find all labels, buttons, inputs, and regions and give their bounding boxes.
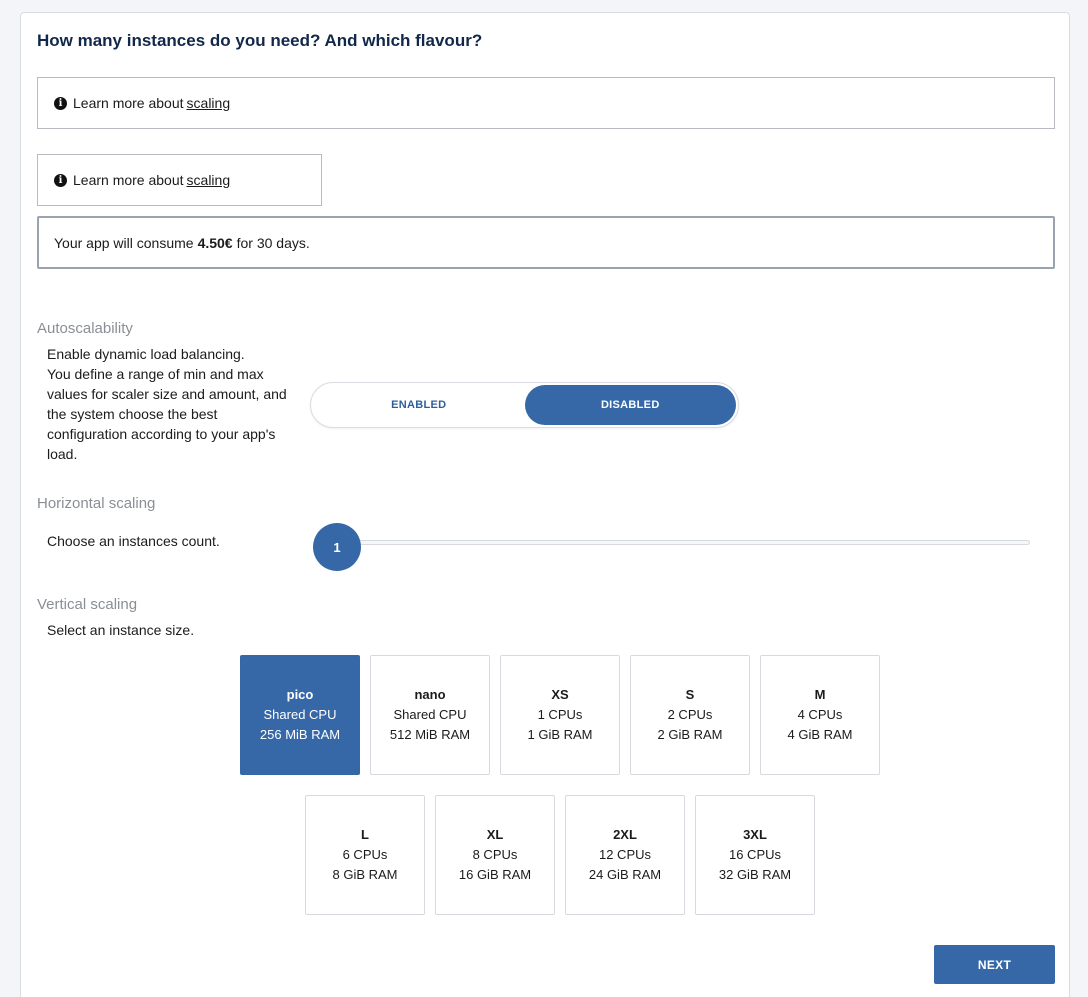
size-cpu: 12 CPUs: [598, 847, 652, 862]
size-cpu: 8 CPUs: [472, 847, 518, 862]
description-line: Enable dynamic load balancing.: [47, 346, 245, 362]
size-cpu: 1 CPUs: [537, 707, 583, 722]
vertical-scaling-description: Select an instance size.: [47, 622, 195, 638]
size-name: pico: [286, 687, 314, 702]
size-name: XL: [486, 827, 504, 842]
autoscalability-description: Enable dynamic load balancing. You defin…: [47, 344, 297, 464]
size-cpu: Shared CPU: [263, 707, 337, 722]
size-ram: 256 MiB RAM: [259, 727, 341, 742]
info-text: Learn more about: [73, 95, 184, 111]
consume-prefix: Your app will consume: [54, 234, 194, 251]
description-line: load.: [47, 446, 78, 462]
size-tile-m[interactable]: M 4 CPUs 4 GiB RAM: [760, 655, 880, 775]
vertical-scaling-label: Vertical scaling: [37, 596, 138, 613]
size-cpu: Shared CPU: [393, 707, 467, 722]
size-ram: 4 GiB RAM: [787, 727, 853, 742]
size-name: XS: [551, 687, 569, 702]
horizontal-scaling-label: Horizontal scaling: [37, 495, 156, 512]
page-title: How many instances do you need? And whic…: [37, 31, 483, 50]
autoscalability-toggle: ENABLED DISABLED: [310, 382, 739, 428]
description-line: values for scaler size and amount, and: [47, 386, 287, 402]
horizontal-scaling-description: Choose an instances count.: [47, 533, 220, 549]
size-cpu: 16 CPUs: [728, 847, 782, 862]
size-name: L: [361, 827, 369, 842]
size-ram: 512 MiB RAM: [389, 727, 471, 742]
size-tile-3xl[interactable]: 3XL 16 CPUs 32 GiB RAM: [695, 795, 815, 915]
size-tile-pico[interactable]: pico Shared CPU 256 MiB RAM: [240, 655, 360, 775]
size-ram: 8 GiB RAM: [332, 867, 398, 882]
instances-slider-thumb[interactable]: 1: [313, 523, 361, 571]
scaling-info-banner-narrow: i Learn more about scaling: [37, 154, 322, 206]
size-name: S: [685, 687, 695, 702]
scaling-info-banner-wide: i Learn more about scaling: [37, 77, 1055, 129]
info-icon: i: [54, 96, 67, 110]
size-tile-nano[interactable]: nano Shared CPU 512 MiB RAM: [370, 655, 490, 775]
description-line: the system choose the best: [47, 406, 218, 422]
size-ram: 32 GiB RAM: [718, 867, 792, 882]
description-line: configuration according to your app's: [47, 426, 276, 442]
next-button[interactable]: NEXT: [934, 945, 1055, 984]
size-name: M: [814, 687, 826, 702]
info-text: Learn more about: [73, 172, 184, 188]
size-tile-xl[interactable]: XL 8 CPUs 16 GiB RAM: [435, 795, 555, 915]
consume-suffix: for 30 days.: [236, 234, 310, 251]
size-name: 3XL: [743, 827, 767, 842]
instances-slider-track[interactable]: [341, 540, 1030, 545]
toggle-disabled[interactable]: DISABLED: [524, 385, 736, 425]
size-ram: 24 GiB RAM: [588, 867, 662, 882]
size-ram: 2 GiB RAM: [657, 727, 723, 742]
size-tile-s[interactable]: S 2 CPUs 2 GiB RAM: [630, 655, 750, 775]
consumption-estimate: Your app will consume 4.50€ for 30 days.: [37, 216, 1055, 269]
scaling-link[interactable]: scaling: [187, 172, 231, 188]
description-line: You define a range of min and max: [47, 366, 264, 382]
info-icon: i: [54, 173, 67, 187]
consume-amount: 4.50€: [197, 234, 233, 251]
autoscalability-label: Autoscalability: [37, 320, 133, 337]
size-cpu: 4 CPUs: [797, 707, 843, 722]
size-cpu: 6 CPUs: [342, 847, 388, 862]
size-name: 2XL: [613, 827, 637, 842]
scaling-card: How many instances do you need? And whic…: [20, 12, 1070, 997]
size-tile-xs[interactable]: XS 1 CPUs 1 GiB RAM: [500, 655, 620, 775]
size-ram: 16 GiB RAM: [458, 867, 532, 882]
size-tile-2xl[interactable]: 2XL 12 CPUs 24 GiB RAM: [565, 795, 685, 915]
size-tile-l[interactable]: L 6 CPUs 8 GiB RAM: [305, 795, 425, 915]
size-cpu: 2 CPUs: [667, 707, 713, 722]
size-ram: 1 GiB RAM: [527, 727, 593, 742]
size-name: nano: [414, 687, 446, 702]
scaling-link[interactable]: scaling: [187, 95, 231, 111]
toggle-enabled[interactable]: ENABLED: [313, 385, 525, 425]
